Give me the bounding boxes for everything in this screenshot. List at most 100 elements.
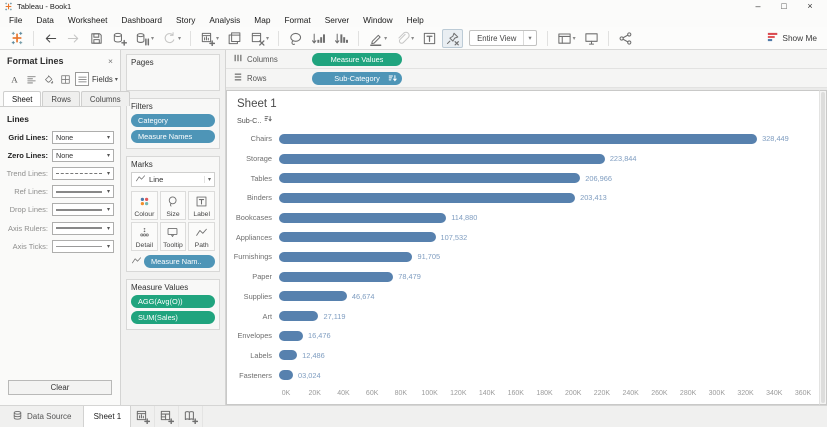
bar[interactable] [279,311,319,322]
font-format-icon[interactable]: A [7,72,21,86]
pages-card[interactable]: Pages [126,54,220,91]
lines-format-icon[interactable] [75,72,89,86]
format-tab-columns[interactable]: Columns [80,91,130,106]
menu-item-data[interactable]: Data [29,13,61,27]
bar[interactable] [279,133,758,144]
menu-item-format[interactable]: Format [277,13,317,27]
clear-sheet-button[interactable]: ▾ [247,29,272,48]
scrollbar-thumb[interactable] [821,92,825,403]
format-row-select[interactable]: ▾ [52,203,114,217]
chevron-down-icon[interactable]: ▾ [178,35,181,42]
bar[interactable] [279,192,576,203]
columns-shelf[interactable]: Columns Measure Values [226,50,827,69]
new-worksheet-button[interactable] [131,406,156,427]
category-label[interactable]: Labels [227,351,279,360]
duplicate-sheet-button[interactable] [224,29,245,48]
category-label[interactable]: Chairs [227,134,279,143]
chevron-down-icon[interactable]: ▾ [523,31,535,45]
format-row-select[interactable]: ▾ [52,166,114,180]
highlight-button[interactable]: ▾ [365,29,390,48]
pause-auto-updates-button[interactable]: ▾ [132,29,157,48]
presentation-mode-button[interactable] [581,29,602,48]
tableau-logo-button[interactable] [7,29,27,47]
label-button[interactable]: Label [188,191,215,220]
category-label[interactable]: Supplies [227,292,279,301]
group-members-button[interactable] [285,29,306,48]
tooltip-button[interactable]: Tooltip [159,222,187,251]
run-auto-updates-button[interactable]: ▾ [159,29,184,48]
format-tab-sheet[interactable]: Sheet [3,91,42,106]
shading-format-icon[interactable] [41,72,55,86]
menu-item-file[interactable]: File [2,13,29,27]
bar[interactable] [279,153,605,164]
redo-button[interactable] [63,29,84,48]
view-mode-select[interactable]: Entire View ▾ [469,30,537,46]
size-button[interactable]: Size [159,191,187,220]
menu-item-help[interactable]: Help [400,13,431,27]
measure-pill-columns-shelf[interactable]: Measure Values [312,52,402,66]
path-button[interactable]: Path [188,222,215,251]
category-label[interactable]: Paper [227,272,279,281]
menu-item-window[interactable]: Window [356,13,400,27]
row-field-header[interactable]: Sub-C.. [227,113,819,127]
menu-item-worksheet[interactable]: Worksheet [61,13,115,27]
chevron-down-icon[interactable]: ▾ [203,176,211,183]
show-hide-cards-button[interactable]: ▾ [554,29,579,48]
detail-button[interactable]: Detail [131,222,158,251]
category-label[interactable]: Fasteners [227,371,279,380]
dimension-pill-rows-shelf[interactable]: Sub-Category [312,71,402,85]
sheet-tab[interactable]: Sheet 1 [83,406,132,427]
undo-button[interactable] [40,29,61,48]
category-label[interactable]: Art [227,312,279,321]
show-mark-labels-button[interactable] [419,29,440,48]
bar[interactable] [279,271,394,282]
measure-values-card[interactable]: Measure Values AGG(Avg(O)) SUM(Sales) [126,279,220,330]
minimize-button[interactable]: – [745,0,771,13]
new-worksheet-button[interactable]: ▾ [197,29,222,48]
bar[interactable] [279,330,303,341]
menu-item-server[interactable]: Server [318,13,356,27]
chevron-down-icon[interactable]: ▾ [151,35,154,42]
category-label[interactable]: Furnishings [227,252,279,261]
vertical-scrollbar[interactable] [819,90,827,405]
format-tab-rows[interactable]: Rows [42,91,80,106]
save-button[interactable] [86,29,107,48]
category-label[interactable]: Envelopes [227,331,279,340]
menu-item-dashboard[interactable]: Dashboard [114,13,169,27]
mark-type-select[interactable]: Line ▾ [131,172,215,187]
category-label[interactable]: Tables [227,174,279,183]
bar[interactable] [279,350,298,361]
chevron-down-icon[interactable]: ▾ [411,35,414,42]
format-row-select[interactable]: ▾ [52,239,114,253]
close-button[interactable]: × [797,0,823,13]
category-label[interactable]: Appliances [227,233,279,242]
menu-item-story[interactable]: Story [169,13,202,27]
format-row-select[interactable]: None ▾ [52,130,114,144]
measure-pill-measure-values[interactable]: AGG(Avg(O)) [131,295,215,308]
dimension-pill-filter[interactable]: Measure Names [131,129,215,143]
sort-descending-icon[interactable] [264,115,273,125]
borders-format-icon[interactable] [58,72,72,86]
format-row-select[interactable]: None ▾ [52,148,114,162]
format-row-select[interactable]: ▾ [52,221,114,235]
bar[interactable] [279,291,347,302]
new-dashboard-button[interactable] [155,406,180,427]
sort-descending-button[interactable] [331,29,352,48]
format-row-select[interactable]: ▾ [52,185,114,199]
alignment-format-icon[interactable] [24,72,38,86]
clear-button[interactable]: Clear [8,380,112,395]
marks-card[interactable]: Marks Line ▾ Colour Size Label Detail Toolti… [126,156,220,272]
chevron-down-icon[interactable]: ▾ [266,35,269,42]
chevron-down-icon[interactable]: ▾ [573,35,576,42]
fix-axes-button[interactable] [442,28,464,48]
category-label[interactable]: Binders [227,193,279,202]
chevron-down-icon[interactable]: ▾ [216,35,219,42]
add-data-source-button[interactable] [109,29,130,48]
menu-item-analysis[interactable]: Analysis [202,13,247,27]
format-workbook-button[interactable]: ▾ [392,29,417,48]
close-panel-icon[interactable]: × [108,56,113,66]
filters-card[interactable]: Filters Category Measure Names [126,98,220,149]
dimension-pill-filter[interactable]: Category [131,114,215,127]
measure-pill-measure-values[interactable]: SUM(Sales) [131,310,215,324]
sort-ascending-button[interactable] [308,29,329,48]
